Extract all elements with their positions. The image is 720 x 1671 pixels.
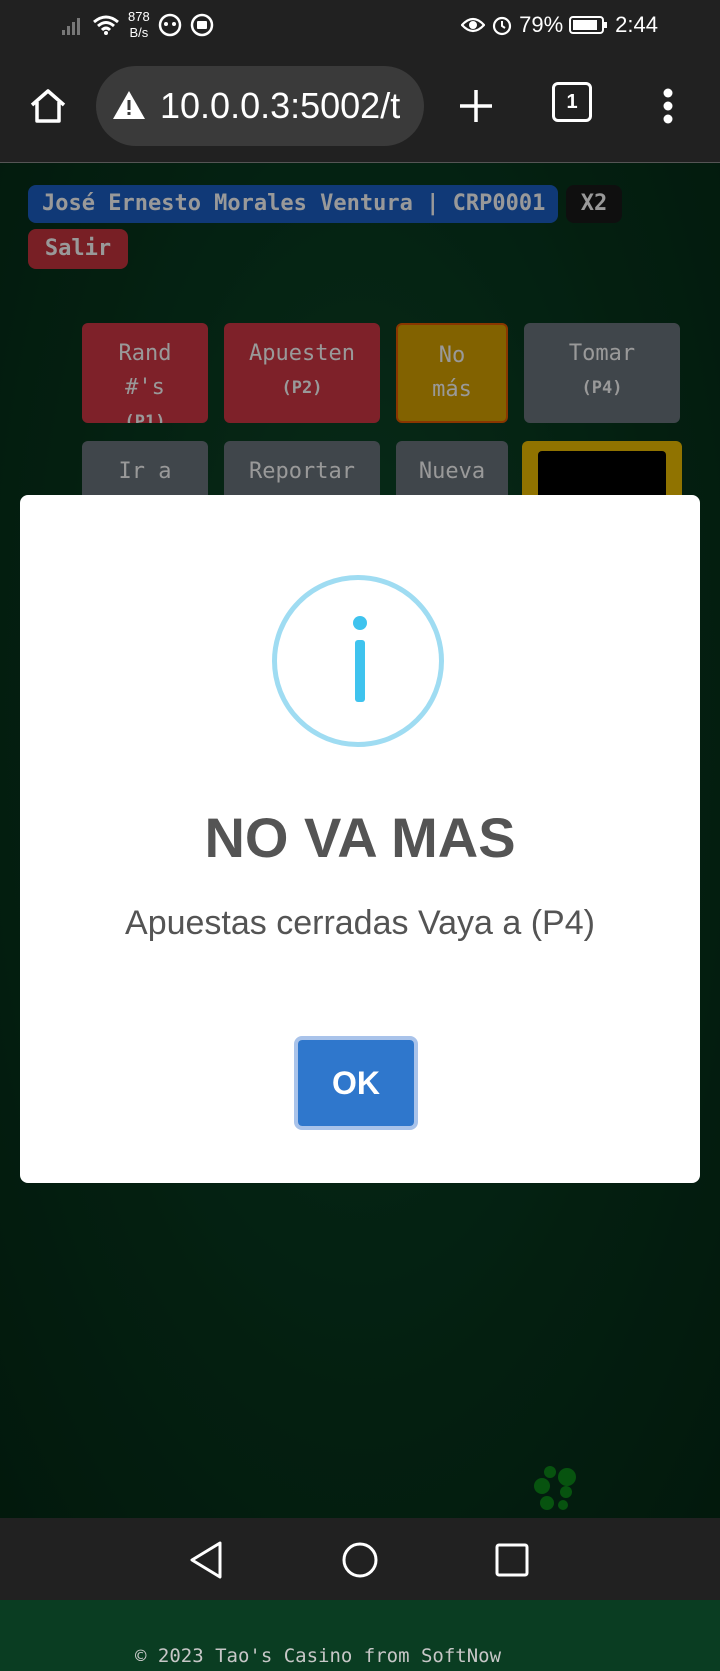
ok-button[interactable]: OK [294,1036,418,1130]
recents-button[interactable] [482,1532,542,1588]
battery-icon [569,16,608,34]
home-nav-button[interactable] [330,1532,390,1588]
home-icon [30,89,66,123]
info-icon [272,575,444,747]
notification-face-icon [158,13,181,37]
network-speed-value: 878 [128,9,150,24]
info-icon-stem [355,640,365,702]
home-circle-icon [342,1542,378,1578]
signal-icon [62,18,80,35]
footer-text: © 2023 Tao's Casino from SoftNow [135,1645,502,1667]
network-speed-unit: B/s [129,25,149,40]
back-triangle-icon [190,1541,222,1579]
recents-square-icon [495,1543,529,1577]
system-nav-bar [0,1518,720,1600]
wifi-icon [93,15,119,35]
browser-toolbar: 10.0.0.3:5002/t 1 [0,50,720,163]
status-bar: 878 B/s 79% 2:44 [0,0,720,50]
tab-switcher-button[interactable]: 1 [552,82,592,122]
dialog-title: NO VA MAS [204,806,516,869]
new-tab-button[interactable] [450,80,502,132]
back-button[interactable] [176,1532,236,1588]
browser-menu-button[interactable] [648,80,688,132]
warning-icon [113,91,145,119]
notification-app-icon [190,13,213,37]
home-button[interactable] [24,80,72,132]
info-icon-dot [353,616,367,630]
ok-button-label: OK [298,1040,414,1126]
status-left: 878 B/s [62,8,214,42]
network-speed: 878 B/s [128,9,150,41]
alert-dialog: NO VA MAS Apuestas cerradas Vaya a (P4) … [20,495,700,1183]
address-bar[interactable]: 10.0.0.3:5002/t [96,66,424,146]
more-vertical-icon [663,88,673,124]
tab-count: 1 [566,90,578,113]
clock: 2:44 [615,12,658,37]
battery-percent: 79% [519,12,564,37]
url-text: 10.0.0.3:5002/t [160,85,401,126]
alarm-icon [493,16,512,36]
dialog-message: Apuestas cerradas Vaya a (P4) [125,904,595,942]
plus-icon [460,90,492,122]
eye-icon [461,17,486,33]
status-right: 79% 2:44 [461,8,658,42]
